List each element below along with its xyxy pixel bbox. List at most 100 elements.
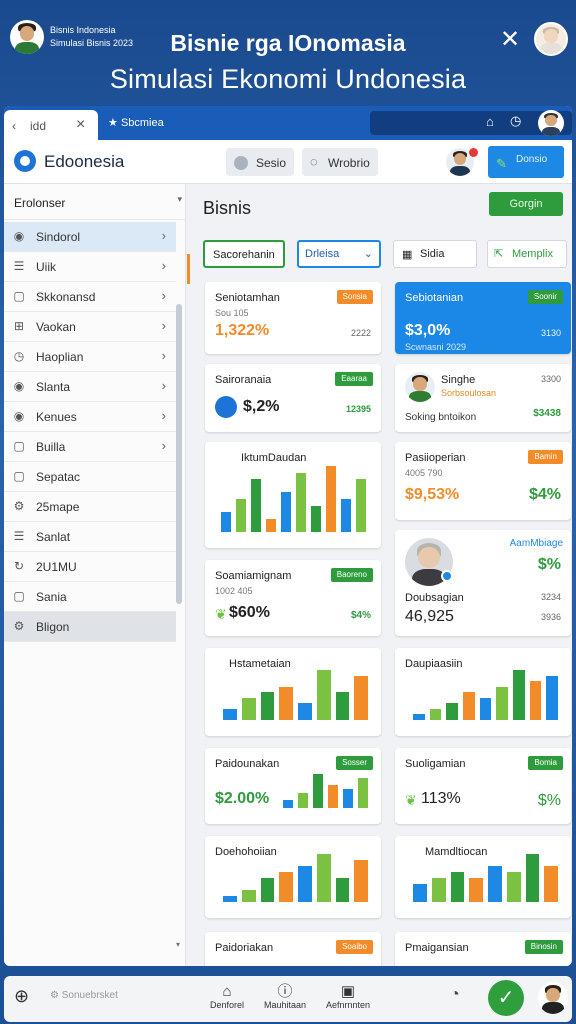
tab-active[interactable]: ‹ idd × <box>4 110 98 140</box>
stat-card[interactable]: Seniotamhan Sonsia Sou 105 1,322% 2222 <box>205 282 381 354</box>
stat-card[interactable]: Pasiioperian Bamin 4005 790 $9,53% $4% <box>395 442 571 520</box>
nav-settings[interactable]: ▣ Aefnrnnten <box>320 984 376 1011</box>
chart-bar <box>463 692 475 720</box>
sidebar-item[interactable]: ↻ 2U1MU <box>4 552 176 582</box>
user-avatar[interactable] <box>534 22 568 56</box>
globe-icon[interactable]: ⊕ <box>14 986 29 1007</box>
status-badge: Sosser <box>336 756 373 770</box>
chart-bar <box>343 789 353 808</box>
bar-chart-card[interactable]: Doehohoiian <box>205 836 381 918</box>
close-icon[interactable]: ✕ <box>500 28 520 52</box>
stat-card[interactable]: Sairoranaia Eaaraa $,2% 12395 <box>205 364 381 432</box>
list-icon: ☰ <box>13 259 25 273</box>
sidebar-header[interactable]: Erolonser ▾ <box>4 184 186 220</box>
doc-icon: ▢ <box>13 439 25 453</box>
filter-export[interactable]: ⇱ Memplix <box>487 240 567 268</box>
filter-grid[interactable]: ▦ Sidia <box>393 240 477 268</box>
app-header: Edoonesia Sesio ◌ Wrobrio ✎ Donsio <box>4 140 572 184</box>
chart-bar <box>279 872 293 902</box>
filter-search[interactable]: Sacorehanin <box>203 240 285 268</box>
sidebar-scrollbar[interactable] <box>176 304 182 604</box>
chart-bar <box>506 872 521 902</box>
sidebar-item[interactable]: ◉ Kenues › <box>4 402 176 432</box>
chart-bar <box>236 499 246 532</box>
sidebar-item[interactable]: ⊞ Vaokan › <box>4 312 176 342</box>
status-badge: Soaibo <box>336 940 373 954</box>
scroll-down-icon[interactable]: ▾ <box>176 940 180 949</box>
status-badge: Eaaraa <box>335 372 373 386</box>
chart-bar <box>316 854 331 902</box>
chart-bar <box>513 670 525 720</box>
chart-bar <box>544 866 558 902</box>
sidebar-item[interactable]: ▢ Sepatac <box>4 462 176 492</box>
sidebar-item-label: Sindorol <box>36 230 81 244</box>
chart-icon <box>215 396 237 418</box>
sidebar-item[interactable]: ⚙ 25mape <box>4 492 176 522</box>
stat-card-highlight[interactable]: Sebiotanian Soonir $3,0% 3130 Scwnasni 2… <box>395 282 571 354</box>
chevron-right-icon: › <box>161 408 166 423</box>
main-content: Bisnis Gorgin Sacorehanin Drleisa ⌄ ▦ Si… <box>187 184 572 966</box>
sidebar-item-label: Skkonansd <box>36 290 96 304</box>
sidebar-item[interactable]: ⚙ Bligon <box>4 612 176 642</box>
chart-bar <box>316 670 331 720</box>
confirm-button[interactable]: ✓ <box>488 980 524 1016</box>
nav-info[interactable]: ⓘ Mauhitaan <box>260 984 310 1011</box>
page-title: Bisnie rga IOnomasia <box>170 30 406 56</box>
stat-card[interactable]: Singhe Sorbsoulosan 3300 Soking bntoikon… <box>395 364 571 432</box>
bottom-avatar[interactable] <box>538 982 568 1014</box>
nav-home[interactable]: ⌂ Denforel <box>204 984 250 1011</box>
sidebar-item[interactable]: ◷ Haoplian › <box>4 342 176 372</box>
sidebar-item[interactable]: ◉ Sindorol › <box>4 222 176 252</box>
design-badge[interactable]: ✎ Donsio <box>488 146 564 178</box>
sidebar-item[interactable]: ☰ Uiik › <box>4 252 176 282</box>
accent-marker <box>187 254 190 284</box>
chevron-right-icon: › <box>161 288 166 303</box>
stat-card[interactable]: Soamiamignam Baoreno 1002 405 ❦ $60% $4% <box>205 560 381 636</box>
profile-card[interactable]: AamMbiage $% Doubsagian 3234 46,925 3936 <box>395 530 571 636</box>
sidebar-item[interactable]: ☰ Sanlat <box>4 522 176 552</box>
search-field[interactable]: ⚙ Sonuebrsket <box>50 990 118 1001</box>
page-subtitle: Simulasi Ekonomi Undonesia <box>109 64 467 94</box>
home-icon[interactable]: ⌂ <box>486 114 494 129</box>
sidebar-item[interactable]: ▢ Builla › <box>4 432 176 462</box>
sidebar-item-label: Sepatac <box>36 470 81 484</box>
tab-close-icon[interactable]: × <box>76 116 85 134</box>
status-badge: Soonir <box>527 290 563 304</box>
clock-icon[interactable]: ◔ <box>450 986 460 1004</box>
chart-bar <box>328 785 338 808</box>
sidebar-item[interactable]: ◉ Slanta › <box>4 372 176 402</box>
sidebar-item[interactable]: ▢ Sania <box>4 582 176 612</box>
filter-dropdown[interactable]: Drleisa ⌄ <box>297 240 381 268</box>
sidebar-item[interactable]: ▢ Skkonansd › <box>4 282 176 312</box>
chart-bar <box>260 692 275 720</box>
stat-card[interactable]: Suoligamian Bomia ❦ 113% $% <box>395 748 571 824</box>
chart-bar <box>479 698 492 720</box>
stat-chart-card[interactable]: Paidounakan Sosser $2.00% <box>205 748 381 824</box>
sidebar-item-label: Sania <box>36 590 67 604</box>
tab-secondary[interactable]: ★ Sbcmiea <box>108 116 164 129</box>
back-icon[interactable]: ‹ <box>12 119 16 133</box>
primary-action-button[interactable]: Gorgin <box>489 192 563 216</box>
chat-icon: ◌ <box>310 154 318 169</box>
stat-card[interactable]: Pmaigansian Binosin <box>395 932 571 966</box>
sidebar-item-label: Bligon <box>36 620 70 634</box>
doc-icon: ▢ <box>13 469 25 483</box>
bar-chart-card[interactable]: Hstametaian <box>205 648 381 736</box>
chart-bar <box>241 890 256 902</box>
work-pill[interactable]: ◌ Wrobrio <box>302 148 378 176</box>
stat-card[interactable]: Paidoriakan Soaibo <box>205 932 381 966</box>
clock-icon[interactable]: ◷ <box>510 113 521 129</box>
status-badge: Sonsia <box>336 290 373 304</box>
chevron-right-icon: › <box>161 438 166 453</box>
sidebar-item-label: 25mape <box>36 500 80 514</box>
circle-icon: ◉ <box>13 229 25 243</box>
chevron-right-icon: › <box>161 228 166 243</box>
bar-chart <box>219 466 369 532</box>
bar-chart <box>221 670 371 720</box>
session-pill[interactable]: Sesio <box>226 148 294 176</box>
bar-chart-card[interactable]: Daupiaasiin <box>395 648 571 736</box>
bar-chart-card[interactable]: IktumDaudan <box>205 442 381 548</box>
tab-avatar[interactable] <box>538 110 564 136</box>
bar-chart-card[interactable]: Mamdltiocan <box>395 836 571 918</box>
chevron-down-icon[interactable]: ▾ <box>177 194 182 205</box>
